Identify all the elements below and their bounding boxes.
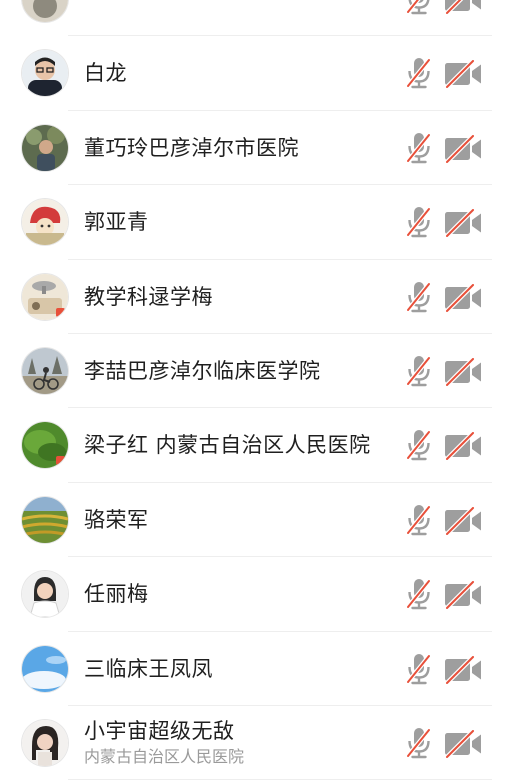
avatar bbox=[22, 124, 68, 171]
participant-name: 李喆巴彦淖尔临床医学院 bbox=[84, 358, 321, 383]
mic-muted-icon[interactable] bbox=[404, 578, 434, 610]
avatar bbox=[22, 199, 68, 246]
camera-off-icon[interactable] bbox=[444, 654, 482, 685]
mic-muted-icon[interactable] bbox=[404, 281, 434, 313]
participant-row[interactable]: 郭亚青 bbox=[0, 185, 514, 260]
participant-name: 梁子红 内蒙古自治区人民医院 bbox=[84, 433, 371, 458]
camera-off-icon[interactable] bbox=[444, 506, 482, 536]
participant-row[interactable]: 教学科逯学梅 bbox=[0, 260, 514, 334]
camera-off-icon[interactable] bbox=[444, 208, 482, 238]
participant-row[interactable] bbox=[0, 0, 514, 37]
participant-row[interactable]: 三临床王凤凤 bbox=[0, 632, 514, 706]
participant-name: 小宇宙超级无敌 bbox=[84, 718, 235, 743]
camera-off-icon[interactable] bbox=[444, 282, 482, 313]
participant-name: 骆荣军 bbox=[84, 507, 149, 532]
avatar bbox=[22, 422, 68, 469]
avatar bbox=[22, 719, 68, 766]
mic-muted-icon[interactable] bbox=[404, 57, 434, 89]
avatar bbox=[22, 645, 68, 692]
avatar bbox=[22, 347, 68, 394]
participant-name: 三临床王凤凤 bbox=[84, 656, 213, 681]
participant-row[interactable]: 骆荣军 bbox=[0, 483, 514, 558]
camera-off-icon[interactable] bbox=[444, 580, 482, 610]
participant-name: 郭亚青 bbox=[84, 210, 149, 235]
avatar bbox=[22, 571, 68, 618]
camera-off-icon[interactable] bbox=[444, 729, 482, 759]
avatar bbox=[22, 0, 68, 22]
camera-off-icon[interactable] bbox=[444, 134, 482, 164]
camera-off-icon[interactable] bbox=[444, 59, 482, 89]
participant-name: 董巧玲巴彦淖尔市医院 bbox=[84, 135, 299, 160]
mic-muted-icon[interactable] bbox=[404, 653, 434, 685]
avatar bbox=[22, 496, 68, 543]
participant-row[interactable]: 小宇宙超级无敌内蒙古自治区人民医院 bbox=[0, 706, 514, 780]
participant-name: 教学科逯学梅 bbox=[84, 284, 213, 309]
participant-list: 白龙 董巧玲巴彦淖尔市医院 郭亚青 教学科逯学梅 李喆巴彦淖尔临床医学院 梁子红… bbox=[0, 0, 514, 780]
mic-muted-icon[interactable] bbox=[404, 504, 434, 536]
participant-row[interactable]: 白龙 bbox=[0, 36, 514, 111]
participant-row[interactable]: 任丽梅 bbox=[0, 557, 514, 632]
mic-muted-icon[interactable] bbox=[404, 132, 434, 164]
mic-muted-icon[interactable] bbox=[404, 0, 434, 15]
participant-name: 任丽梅 bbox=[84, 582, 149, 607]
participant-organization: 内蒙古自治区人民医院 bbox=[84, 746, 245, 766]
camera-off-icon[interactable] bbox=[444, 431, 482, 461]
mic-muted-icon[interactable] bbox=[404, 355, 434, 387]
participant-row[interactable]: 梁子红 内蒙古自治区人民医院 bbox=[0, 408, 514, 483]
mic-muted-icon[interactable] bbox=[404, 206, 434, 238]
avatar bbox=[22, 50, 68, 97]
participant-name: 白龙 bbox=[84, 61, 127, 86]
participant-row[interactable]: 李喆巴彦淖尔临床医学院 bbox=[0, 334, 514, 409]
participant-row[interactable]: 董巧玲巴彦淖尔市医院 bbox=[0, 111, 514, 186]
camera-off-icon[interactable] bbox=[444, 0, 482, 15]
camera-off-icon[interactable] bbox=[444, 357, 482, 387]
mic-muted-icon[interactable] bbox=[404, 727, 434, 759]
mic-muted-icon[interactable] bbox=[404, 429, 434, 461]
avatar bbox=[22, 273, 68, 320]
